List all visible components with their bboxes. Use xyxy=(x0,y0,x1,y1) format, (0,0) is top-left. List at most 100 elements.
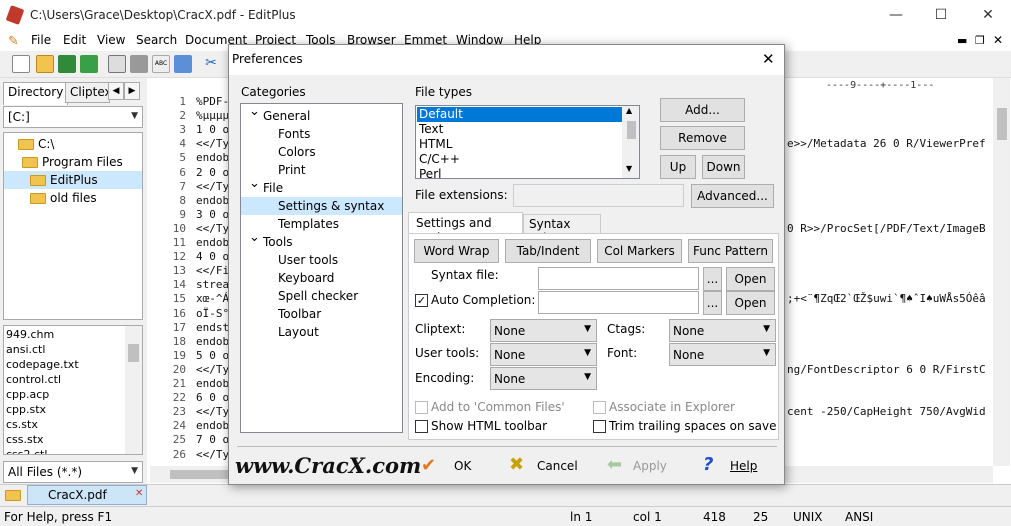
spell-check-icon[interactable]: ABC xyxy=(152,55,170,73)
scroll-thumb[interactable] xyxy=(128,344,139,362)
encoding-select[interactable]: None ▼ xyxy=(490,367,597,390)
font-select[interactable]: None ▼ xyxy=(669,343,776,366)
menu-edit[interactable]: Edit xyxy=(63,33,86,47)
file-extensions-field[interactable] xyxy=(513,184,684,207)
auto-completion-browse-button[interactable]: ... xyxy=(703,291,722,315)
code-line[interactable]: <</Ty xyxy=(196,405,229,418)
cliptext-select[interactable]: None ▼ xyxy=(490,319,597,342)
print-icon[interactable] xyxy=(130,55,148,73)
scroll-thumb[interactable] xyxy=(997,108,1007,140)
code-line[interactable]: <</Ty xyxy=(196,448,229,461)
category-spell-checker[interactable]: Spell checker xyxy=(278,287,358,305)
mdi-minimize-button[interactable]: ▬ xyxy=(957,34,967,47)
code-line[interactable]: endob xyxy=(196,377,229,390)
tab-settings-and-syntax[interactable]: Settings and syntax xyxy=(408,212,523,244)
code-line[interactable]: <</Ty xyxy=(196,180,229,193)
code-line[interactable]: 2 0 o xyxy=(196,166,229,179)
code-line[interactable]: <</Fi xyxy=(196,264,229,277)
code-line[interactable]: 4 0 o xyxy=(196,250,229,263)
save-icon[interactable] xyxy=(58,55,76,73)
cut-icon[interactable]: ✂ xyxy=(202,55,220,73)
new-file-icon[interactable] xyxy=(12,55,30,73)
file-type-item[interactable]: Text xyxy=(417,122,622,137)
apply-button[interactable]: Apply xyxy=(633,459,667,473)
editor-vscrollbar[interactable] xyxy=(993,78,1010,466)
col-markers-button[interactable]: Col Markers xyxy=(597,239,682,263)
categories-tree[interactable]: ⌄ General Fonts Colors Print ⌄ File Settings & … xyxy=(240,103,403,433)
list-item[interactable]: cpp.stx xyxy=(4,402,126,417)
folder-tree[interactable]: C:\ Program Files EditPlus old files xyxy=(3,132,143,320)
category-keyboard[interactable]: Keyboard xyxy=(278,269,334,287)
code-line-tail[interactable]: cent -250/CapHeight 750/AvgWid xyxy=(787,405,992,418)
category-colors[interactable]: Colors xyxy=(278,143,316,161)
tab-scroll-right[interactable]: ▶ xyxy=(124,82,140,100)
code-line-tail[interactable]: 0 R>>/ProcSet[/PDF/Text/ImageB xyxy=(787,222,992,235)
folder-icon[interactable] xyxy=(5,490,21,501)
tree-item[interactable]: C:\ xyxy=(18,135,54,153)
syntax-file-open-button[interactable]: Open xyxy=(726,267,775,291)
syntax-file-field[interactable] xyxy=(538,267,699,290)
category-templates[interactable]: Templates xyxy=(278,215,339,233)
tree-item[interactable]: old files xyxy=(30,189,97,207)
file-type-item[interactable]: Default xyxy=(417,107,622,122)
tab-syntax-colors[interactable]: Syntax colors xyxy=(523,214,601,245)
mdi-close-button[interactable]: ✕ xyxy=(993,33,1003,47)
code-line[interactable]: <</Ty xyxy=(196,222,229,235)
file-list[interactable]: 949.chm ansi.ctl codepage.txt control.ct… xyxy=(3,325,143,455)
category-file[interactable]: ⌄ File xyxy=(249,176,283,197)
help-button[interactable]: Help xyxy=(730,459,757,473)
list-item[interactable]: ansi.ctl xyxy=(4,342,126,357)
browser-icon[interactable] xyxy=(174,55,192,73)
category-print[interactable]: Print xyxy=(278,161,306,179)
file-type-item[interactable]: C/C++ xyxy=(417,152,622,167)
tab-cliptext[interactable]: Cliptex xyxy=(65,82,110,103)
category-user-tools[interactable]: User tools xyxy=(278,251,338,269)
code-line[interactable]: 7 0 o xyxy=(196,433,229,446)
file-list-scrollbar[interactable] xyxy=(125,326,142,454)
minimize-button[interactable]: — xyxy=(873,0,919,31)
code-line[interactable]: 3 0 o xyxy=(196,208,229,221)
tab-scroll-left[interactable]: ◀ xyxy=(108,82,124,100)
code-line[interactable]: strea xyxy=(196,278,229,291)
ctags-select[interactable]: None ▼ xyxy=(669,319,776,342)
scroll-thumb[interactable] xyxy=(627,121,636,139)
advanced-button[interactable]: Advanced... xyxy=(691,184,774,208)
menu-view[interactable]: View xyxy=(97,33,125,47)
menu-search[interactable]: Search xyxy=(136,33,177,47)
code-line[interactable]: endob xyxy=(196,151,229,164)
auto-completion-open-button[interactable]: Open xyxy=(726,291,775,315)
file-type-item[interactable]: Perl xyxy=(417,167,622,182)
code-line-tail[interactable]: ng/FontDescriptor 6 0 R/FirstC xyxy=(787,363,992,376)
word-wrap-button[interactable]: Word Wrap xyxy=(414,239,499,263)
list-item[interactable]: css.stx xyxy=(4,432,126,447)
user-tools-select[interactable]: None ▼ xyxy=(490,343,597,366)
auto-completion-field[interactable] xyxy=(538,291,699,314)
category-toolbar[interactable]: Toolbar xyxy=(278,305,321,323)
code-line[interactable]: <</Ty xyxy=(196,137,229,150)
chevron-down-icon[interactable]: ⌄ xyxy=(249,103,260,121)
drive-select[interactable]: [C:] ▼ xyxy=(3,106,143,128)
code-line[interactable]: 6 0 o xyxy=(196,391,229,404)
add-common-files-checkbox[interactable] xyxy=(415,401,428,414)
print-preview-icon[interactable] xyxy=(108,55,126,73)
code-line[interactable]: endob xyxy=(196,335,229,348)
add-button[interactable]: Add... xyxy=(660,98,745,122)
open-folder-icon[interactable] xyxy=(36,55,54,73)
mdi-restore-button[interactable]: ❐ xyxy=(975,34,985,47)
code-line[interactable]: %PDF- xyxy=(196,95,229,108)
list-item[interactable]: css2.ctl xyxy=(4,447,126,454)
scroll-thumb[interactable] xyxy=(170,470,230,479)
chevron-down-icon[interactable]: ⌄ xyxy=(249,175,260,193)
file-types-scrollbar[interactable]: ▲ ▼ xyxy=(622,106,639,178)
category-layout[interactable]: Layout xyxy=(278,323,319,341)
code-line[interactable]: 5 0 o xyxy=(196,349,229,362)
code-line-tail[interactable]: ;+<¨¶ZqŒ2`ŒŽ$uwi`¶♠ˆI♠uWÅs5Óêâ xyxy=(787,292,992,305)
category-fonts[interactable]: Fonts xyxy=(278,125,310,143)
code-line[interactable]: endob xyxy=(196,236,229,249)
list-item[interactable]: codepage.txt xyxy=(4,357,126,372)
list-item[interactable]: 949.chm xyxy=(4,327,126,342)
code-line-tail[interactable]: e>>/Metadata 26 0 R/ViewerPref xyxy=(787,137,992,150)
category-tools[interactable]: ⌄ Tools xyxy=(249,230,293,251)
category-general[interactable]: ⌄ General xyxy=(249,104,310,125)
tree-item-selected[interactable]: EditPlus xyxy=(4,171,142,189)
